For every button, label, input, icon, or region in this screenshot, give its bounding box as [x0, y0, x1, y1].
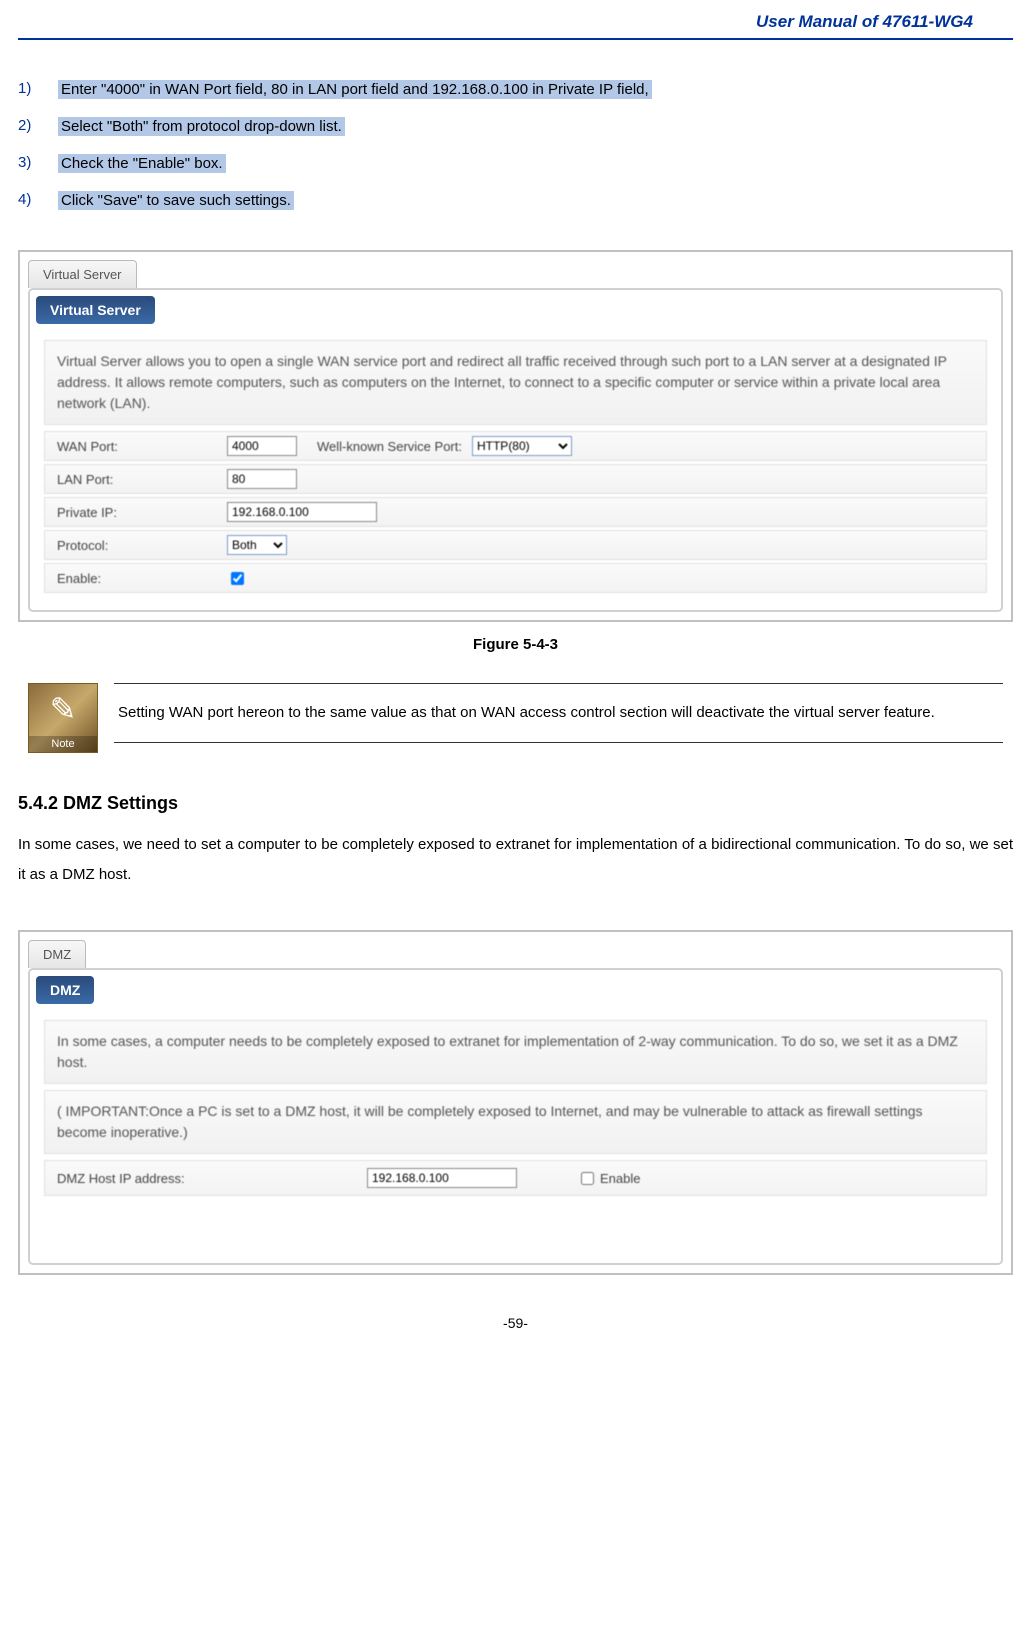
wellknown-select[interactable]: HTTP(80) [472, 436, 572, 456]
dmz-panel-body: In some cases, a computer needs to be co… [30, 1010, 1001, 1263]
label-lan-port: LAN Port: [57, 472, 227, 487]
row-protocol: Protocol: Both [44, 530, 987, 560]
step-1: 1) Enter "4000" in WAN Port field, 80 in… [18, 80, 1013, 99]
page-number: -59- [18, 1315, 1013, 1331]
dmz-host-input[interactable] [367, 1168, 517, 1188]
private-ip-input[interactable] [227, 502, 377, 522]
vs-panel: Virtual Server Virtual Server allows you… [28, 288, 1003, 612]
dmz-paragraph: In some cases, we need to set a computer… [18, 830, 1013, 890]
figure1-caption: Figure 5-4-3 [18, 636, 1013, 653]
step-text-4: Click "Save" to save such settings. [58, 191, 294, 210]
dmz-desc-1: In some cases, a computer needs to be co… [44, 1020, 987, 1084]
label-protocol: Protocol: [57, 538, 227, 553]
dmz-screenshot: DMZ DMZ In some cases, a computer needs … [18, 930, 1013, 1275]
row-lan-port: LAN Port: [44, 464, 987, 494]
label-dmz-host: DMZ Host IP address: [57, 1171, 367, 1186]
dmz-tab-strip: DMZ [22, 934, 1009, 968]
wan-port-input[interactable] [227, 436, 297, 456]
label-private-ip: Private IP: [57, 505, 227, 520]
label-enable: Enable: [57, 571, 227, 586]
lan-port-input[interactable] [227, 469, 297, 489]
vs-tab-strip: Virtual Server [22, 254, 1009, 288]
note-icon [28, 683, 98, 753]
tab-virtual-server[interactable]: Virtual Server [28, 260, 137, 288]
step-text-1: Enter "4000" in WAN Port field, 80 in LA… [58, 80, 652, 99]
instruction-list: 1) Enter "4000" in WAN Port field, 80 in… [18, 80, 1013, 210]
label-wellknown: Well-known Service Port: [317, 439, 462, 454]
virtual-server-screenshot: Virtual Server Virtual Server Virtual Se… [18, 250, 1013, 622]
note-text: Setting WAN port hereon to the same valu… [114, 683, 1003, 743]
dmz-desc-2: ( IMPORTANT:Once a PC is set to a DMZ ho… [44, 1090, 987, 1154]
vs-panel-title: Virtual Server [36, 296, 155, 324]
step-num-2: 2) [18, 117, 58, 134]
step-4: 4) Click "Save" to save such settings. [18, 191, 1013, 210]
dmz-enable-checkbox[interactable] [581, 1172, 594, 1185]
step-num-4: 4) [18, 191, 58, 208]
step-text-2: Select "Both" from protocol drop-down li… [58, 117, 345, 136]
step-num-1: 1) [18, 80, 58, 97]
row-dmz-host: DMZ Host IP address: Enable [44, 1160, 987, 1196]
vs-description: Virtual Server allows you to open a sing… [44, 340, 987, 425]
step-3: 3) Check the "Enable" box. [18, 154, 1013, 173]
step-2: 2) Select "Both" from protocol drop-down… [18, 117, 1013, 136]
row-enable: Enable: [44, 563, 987, 593]
step-text-3: Check the "Enable" box. [58, 154, 226, 173]
row-wan-port: WAN Port: Well-known Service Port: HTTP(… [44, 431, 987, 461]
vs-panel-body: Virtual Server allows you to open a sing… [30, 330, 1001, 610]
tab-dmz[interactable]: DMZ [28, 940, 86, 968]
note-block: Setting WAN port hereon to the same valu… [28, 683, 1003, 753]
row-private-ip: Private IP: [44, 497, 987, 527]
label-wan-port: WAN Port: [57, 439, 227, 454]
section-heading-dmz: 5.4.2 DMZ Settings [18, 793, 1013, 814]
enable-checkbox[interactable] [231, 572, 244, 585]
protocol-select[interactable]: Both [227, 535, 287, 555]
dmz-panel: DMZ In some cases, a computer needs to b… [28, 968, 1003, 1265]
dmz-enable-label: Enable [600, 1171, 640, 1186]
dmz-panel-title: DMZ [36, 976, 94, 1004]
page-header-title: User Manual of 47611-WG4 [18, 0, 1013, 40]
step-num-3: 3) [18, 154, 58, 171]
